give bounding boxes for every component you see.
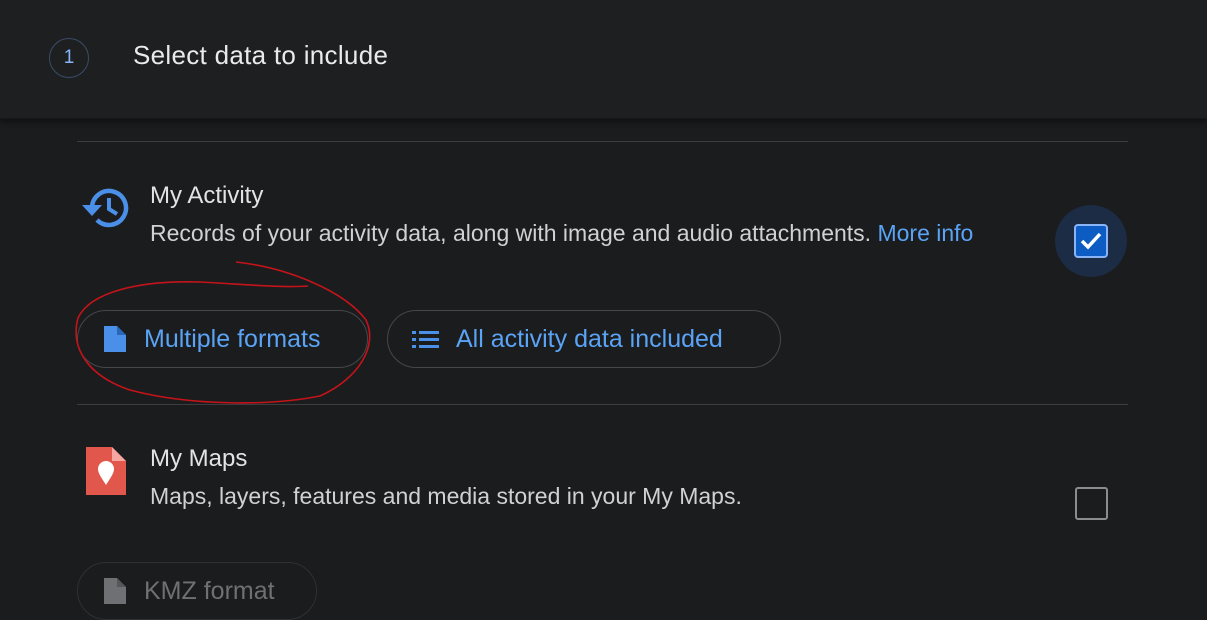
divider [77,404,1128,405]
chip-all-activity-data[interactable]: All activity data included [387,310,781,368]
step-header: 1 Select data to include [0,0,1207,119]
product-description-my-maps: Maps, layers, features and media stored … [150,483,742,509]
my-maps-icon [84,445,128,502]
chip-kmz-format[interactable]: KMZ format [77,562,317,620]
more-info-link[interactable]: More info [877,220,973,246]
product-title-my-maps: My Maps [150,445,248,472]
chip-label: KMZ format [144,576,275,605]
product-description-my-activity: Records of your activity data, along wit… [150,215,1050,251]
my-activity-checkbox[interactable] [1074,224,1108,258]
divider [77,141,1128,142]
chip-label: All activity data included [456,324,723,353]
chip-multiple-formats[interactable]: Multiple formats [77,310,368,368]
step-number: 1 [49,38,89,78]
checkmark-icon [1080,232,1102,250]
step-title: Select data to include [133,40,389,70]
chip-label: Multiple formats [144,324,321,353]
file-icon [104,578,126,604]
history-clock-icon [79,183,131,238]
my-maps-checkbox[interactable] [1075,487,1108,520]
description-text: Records of your activity data, along wit… [150,220,872,246]
product-title-my-activity: My Activity [150,182,264,209]
list-icon [412,331,439,348]
file-icon [104,326,126,352]
